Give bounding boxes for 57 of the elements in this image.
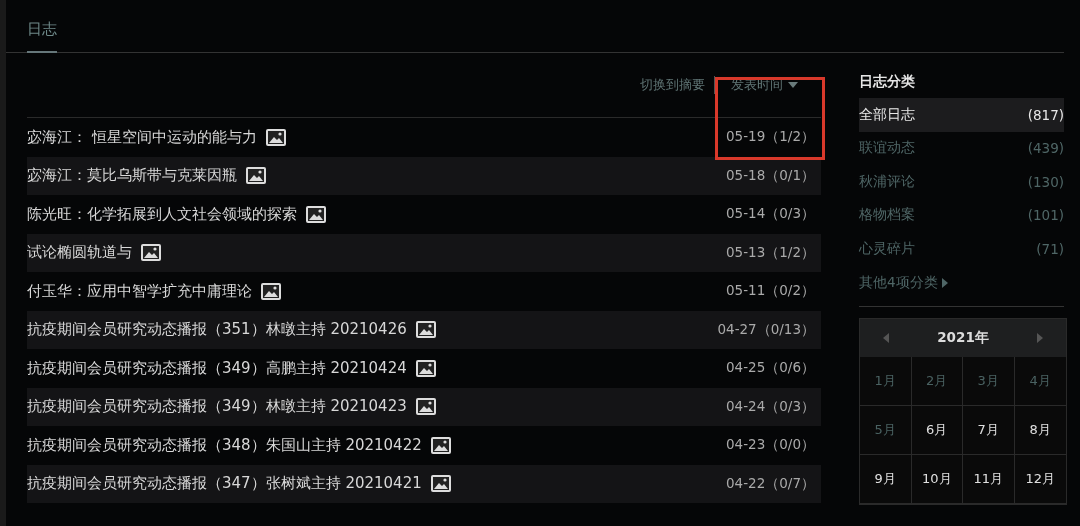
category-name: 心灵碎片 [859, 239, 915, 258]
month-link[interactable]: 3月 [963, 356, 1015, 406]
month-cell: 7月 [963, 405, 1015, 455]
previous-year-button[interactable] [883, 332, 890, 343]
category-name: 全部日志 [859, 105, 915, 124]
post-title-link[interactable]: 抗疫期间会员研究动态播报（348）朱国山主持 20210422 [27, 435, 422, 455]
category-count: (101) [1027, 207, 1064, 224]
category-count: (130) [1027, 173, 1064, 190]
category-count: (71) [1036, 240, 1064, 257]
post-title-link[interactable]: 试论椭圆轨道与 [27, 243, 132, 263]
post-title-link[interactable]: 付玉华：应用中智学扩充中庸理论 [27, 281, 252, 301]
month-cell: 8月 [1014, 405, 1066, 455]
caret-icon [788, 82, 798, 88]
category-name: 格物档案 [859, 206, 915, 225]
category-name: 秋浦评论 [859, 172, 915, 191]
category-item[interactable]: 秋浦评论 (130) [859, 165, 1064, 199]
month-link[interactable]: 4月 [1014, 356, 1066, 406]
category-item[interactable]: 心灵碎片 (71) [859, 232, 1064, 266]
post-title-link[interactable]: 抗疫期间会员研究动态播报（349）林暾主持 20210423 [27, 397, 407, 417]
post-title-link[interactable]: 宓海江： 恒星空间中运动的能与力 [27, 127, 257, 147]
month-cell: 6月 [911, 405, 963, 455]
category-name: 联谊动态 [859, 139, 915, 158]
month-link[interactable]: 1月 [860, 356, 912, 406]
post-date-count: 04-23（0/0） [726, 436, 816, 455]
switch-link[interactable]: 切换到摘要 [640, 76, 715, 94]
sidebar-title: 日志分类 [859, 73, 916, 91]
post-title-link[interactable]: 抗疫期间会员研究动态播报（351）林暾主持 20210426 [27, 320, 407, 340]
post-date-count: 05-11（0/2） [726, 282, 816, 301]
month-cell: 10月 [911, 454, 963, 504]
month-cell: 11月 [963, 454, 1015, 504]
post-date-count: 05-13（1/2） [726, 243, 816, 262]
post-date-count: 05-18（0/1） [726, 166, 816, 185]
calendar-year: 2021年 [937, 328, 989, 347]
sort-dropdown[interactable]: 发表时间 [715, 75, 821, 95]
month-cell: 9月 [860, 454, 912, 504]
post-date-count: 04-24（0/3） [726, 397, 816, 416]
category-item[interactable]: 联谊动态 (439) [859, 131, 1064, 165]
post-title-link[interactable]: 抗疫期间会员研究动态播报（349）高鹏主持 20210424 [27, 358, 407, 378]
month-link[interactable]: 5月 [860, 405, 912, 455]
post-date-count: 05-14（0/3） [726, 205, 816, 224]
more-categories-link[interactable]: 其他4项分类 [859, 265, 1064, 307]
category-item[interactable]: 格物档案 (101) [859, 198, 1064, 232]
post-title-link[interactable]: 陈光旺：化学拓展到人文社会领域的探索 [27, 204, 297, 224]
post-date-count: 04-22（0/7） [726, 474, 816, 493]
post-title-link[interactable]: 宓海江：莫比乌斯带与克莱因瓶 [27, 166, 237, 186]
next-year-button[interactable] [1036, 332, 1043, 343]
month-link[interactable]: 2月 [911, 356, 963, 406]
category-count: (439) [1027, 140, 1064, 157]
post-date-count: 05-19（1/2） [726, 128, 816, 147]
category-count: (817) [1027, 106, 1064, 123]
month-cell: 12月 [1014, 454, 1066, 504]
post-date-count: 04-27（0/13） [717, 320, 816, 339]
tab[interactable]: 日志 [27, 18, 57, 53]
post-date-count: 04-25（0/6） [726, 359, 816, 378]
category-item[interactable]: 全部日志 (817) [859, 98, 1064, 132]
post-title-link[interactable]: 抗疫期间会员研究动态播报（347）张树斌主持 20210421 [27, 474, 422, 494]
triangle-right-icon [941, 277, 948, 288]
